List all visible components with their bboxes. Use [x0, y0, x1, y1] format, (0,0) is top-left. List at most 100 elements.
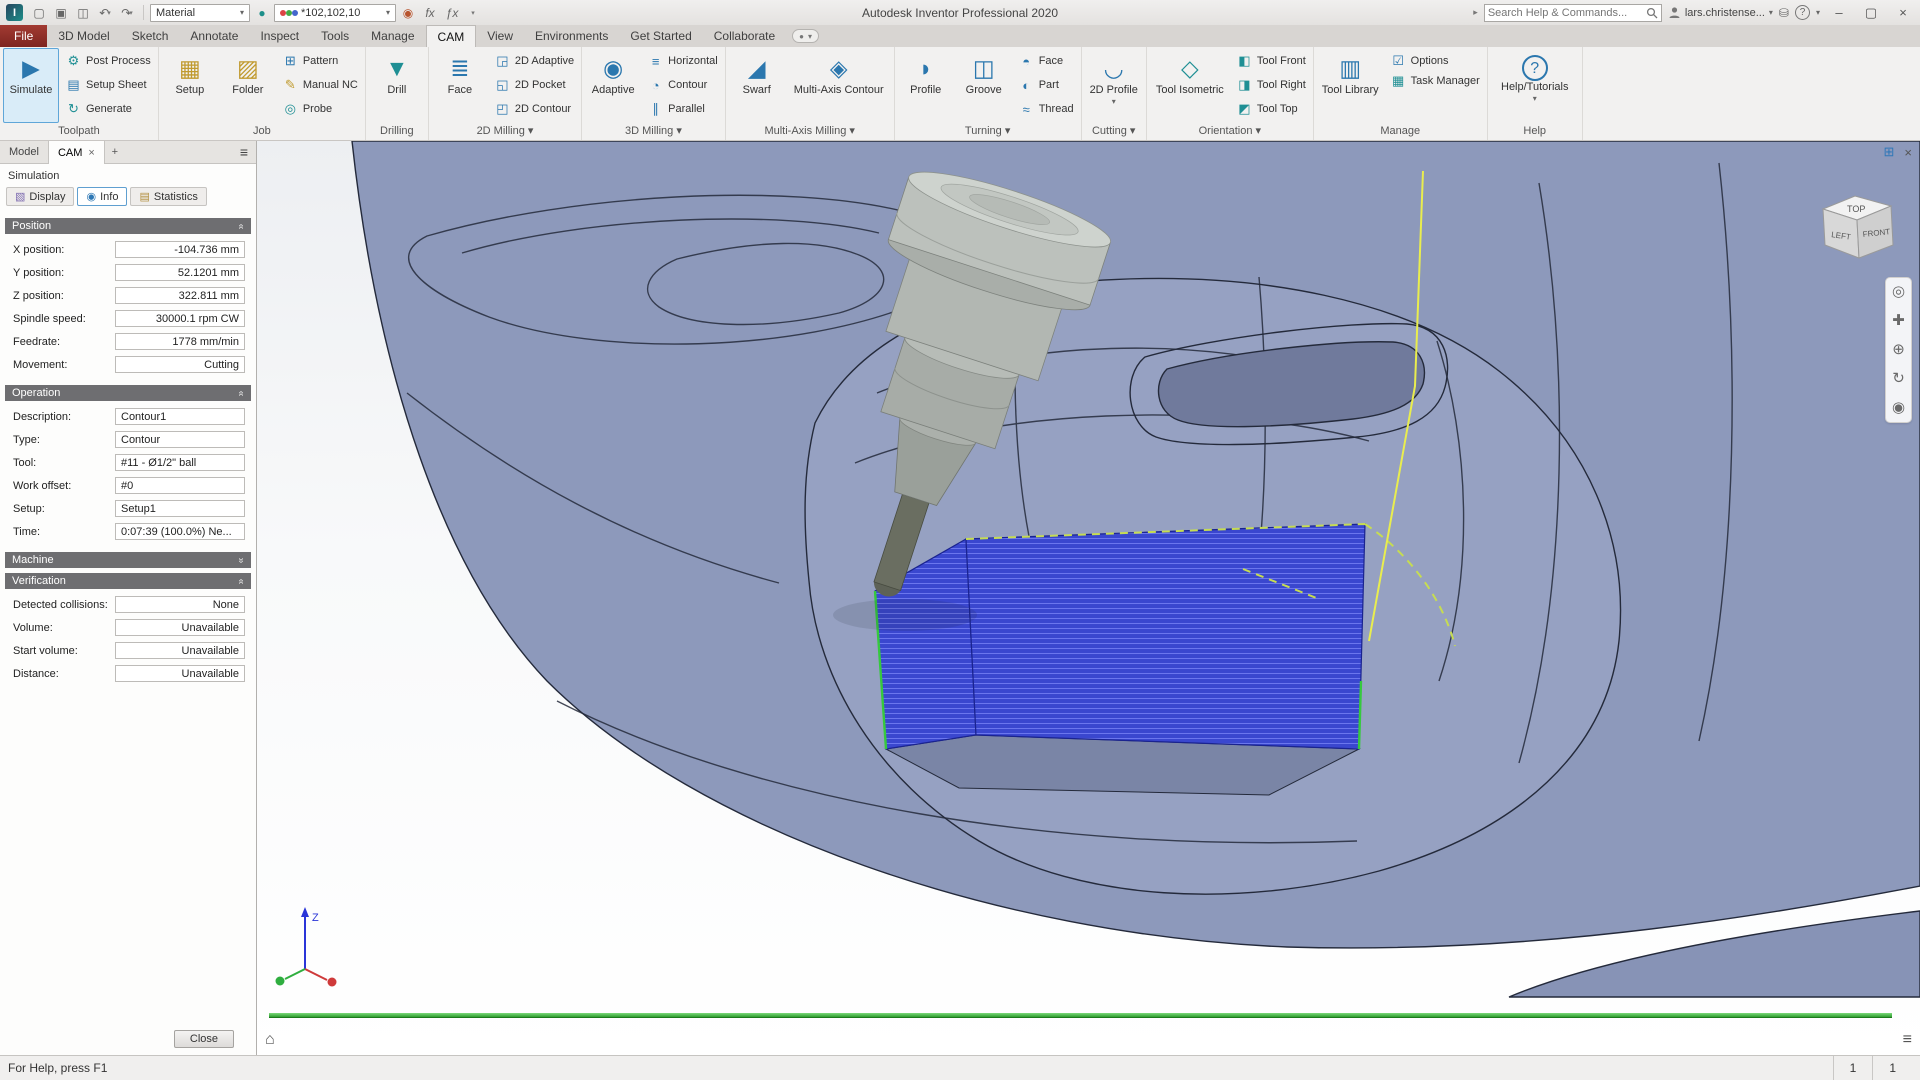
- tab-view[interactable]: View: [476, 25, 524, 47]
- tab-file[interactable]: File: [0, 25, 47, 47]
- account-menu[interactable]: lars.christense... ▾: [1668, 6, 1773, 19]
- group-label-orientation[interactable]: Orientation ▾: [1150, 123, 1310, 140]
- tab-sketch[interactable]: Sketch: [121, 25, 180, 47]
- parameters-button[interactable]: fx: [420, 3, 440, 22]
- tool-isometric-button[interactable]: ◇ Tool Isometric: [1150, 48, 1230, 123]
- group-label-turning[interactable]: Turning ▾: [898, 123, 1078, 140]
- minimize-button[interactable]: –: [1826, 2, 1852, 23]
- horizontal-button[interactable]: ≡Horizontal: [643, 51, 722, 71]
- tab-info[interactable]: ◉Info: [77, 187, 127, 206]
- tab-environments[interactable]: Environments: [524, 25, 619, 47]
- add-tab-button[interactable]: +: [105, 141, 125, 163]
- close-button[interactable]: ×: [1890, 2, 1916, 23]
- redo-button[interactable]: ↷▾: [117, 3, 137, 22]
- tab-inspect[interactable]: Inspect: [249, 25, 310, 47]
- generate-button[interactable]: ↻Generate: [61, 99, 155, 119]
- viewport-menu-icon[interactable]: ≡: [1903, 1031, 1912, 1049]
- 2d-pocket-button[interactable]: ◱2D Pocket: [490, 75, 578, 95]
- search-collapse-icon[interactable]: ▸: [1473, 7, 1478, 18]
- simulate-button[interactable]: ▶ Simulate: [3, 48, 59, 123]
- doc-tab-cam[interactable]: CAM ×: [48, 141, 105, 164]
- orbit-icon[interactable]: ↻: [1892, 371, 1905, 387]
- tab-collaborate[interactable]: Collaborate: [703, 25, 786, 47]
- tab-display[interactable]: ▧Display: [6, 187, 74, 206]
- 2d-profile-button[interactable]: ◡ 2D Profile ▾: [1085, 48, 1143, 123]
- group-label-multi-axis-milling[interactable]: Multi-Axis Milling ▾: [729, 123, 891, 140]
- folder-button[interactable]: ▨ Folder: [220, 48, 276, 123]
- ribbon-appearance-toggle[interactable]: ● ▾: [792, 29, 819, 43]
- group-label-cutting[interactable]: Cutting ▾: [1085, 123, 1143, 140]
- dropdown-arrow-icon[interactable]: ▾: [1816, 8, 1820, 17]
- tab-3d-model[interactable]: 3D Model: [47, 25, 120, 47]
- graphics-viewport[interactable]: Z TOP LEFT FRONT: [257, 141, 1920, 1055]
- turning-thread-button[interactable]: ≈Thread: [1014, 99, 1078, 119]
- pan-icon[interactable]: ✚: [1892, 313, 1905, 329]
- restore-button[interactable]: ▢: [1858, 2, 1884, 23]
- new-file-button[interactable]: ▢: [29, 3, 49, 22]
- tab-annotate[interactable]: Annotate: [179, 25, 249, 47]
- tool-front-button[interactable]: ◧Tool Front: [1232, 51, 1310, 71]
- help-menu[interactable]: ?: [1795, 5, 1810, 20]
- section-header-operation[interactable]: Operation »: [5, 385, 251, 401]
- parallel-button[interactable]: ∥Parallel: [643, 99, 722, 119]
- inventor-logo-icon[interactable]: I: [6, 4, 23, 21]
- material-sphere-button[interactable]: ●: [252, 3, 272, 22]
- pattern-button[interactable]: ⊞Pattern: [278, 51, 362, 71]
- navigation-wheel-icon[interactable]: ◎: [1892, 284, 1905, 300]
- groove-button[interactable]: ◫ Groove: [956, 48, 1012, 123]
- tile-windows-icon[interactable]: ⊞: [1884, 144, 1895, 160]
- simulation-timeline-scrubber[interactable]: [269, 1013, 1892, 1018]
- model-3d-scene[interactable]: Z: [257, 141, 1920, 1055]
- save-button[interactable]: ◫: [73, 3, 93, 22]
- tab-get-started[interactable]: Get Started: [619, 25, 702, 47]
- close-document-icon[interactable]: ×: [1904, 145, 1912, 160]
- help-search-box[interactable]: [1484, 4, 1662, 22]
- tool-top-button[interactable]: ◩Tool Top: [1232, 99, 1310, 119]
- doc-tab-model[interactable]: Model: [0, 141, 48, 163]
- look-at-icon[interactable]: ◉: [1892, 400, 1905, 416]
- section-header-machine[interactable]: Machine »: [5, 552, 251, 568]
- contour-button[interactable]: ◔Contour: [643, 75, 722, 95]
- probe-button[interactable]: ◎Probe: [278, 99, 362, 119]
- browser-menu-icon[interactable]: ≡: [232, 141, 256, 163]
- search-input[interactable]: [1488, 7, 1646, 19]
- turning-face-button[interactable]: ◓Face: [1014, 51, 1078, 71]
- collapse-icon[interactable]: »: [236, 578, 247, 584]
- adaptive-button[interactable]: ◉ Adaptive: [585, 48, 641, 123]
- section-header-verification[interactable]: Verification »: [5, 573, 251, 589]
- tab-tools[interactable]: Tools: [310, 25, 360, 47]
- tab-statistics[interactable]: ▤Statistics: [130, 187, 206, 206]
- multi-axis-contour-button[interactable]: ◈ Multi-Axis Contour: [787, 48, 891, 123]
- open-file-button[interactable]: ▣: [51, 3, 71, 22]
- tool-library-button[interactable]: ▥ Tool Library: [1317, 48, 1384, 123]
- collapse-icon[interactable]: »: [236, 390, 247, 396]
- face-button[interactable]: ≣ Face: [432, 48, 488, 123]
- post-process-button[interactable]: ⚙Post Process: [61, 51, 155, 71]
- color-wheel-button[interactable]: ◉: [398, 3, 418, 22]
- manual-nc-button[interactable]: ✎Manual NC: [278, 75, 362, 95]
- material-dropdown[interactable]: Material ▾: [150, 4, 250, 22]
- tab-manage[interactable]: Manage: [360, 25, 425, 47]
- group-label-2d-milling[interactable]: 2D Milling ▾: [432, 123, 578, 140]
- setup-sheet-button[interactable]: ▤Setup Sheet: [61, 75, 155, 95]
- turning-part-button[interactable]: ◐Part: [1014, 75, 1078, 95]
- close-tab-icon[interactable]: ×: [88, 147, 94, 159]
- undo-button[interactable]: ↶▾: [95, 3, 115, 22]
- task-manager-button[interactable]: ▦Task Manager: [1386, 71, 1484, 91]
- home-icon[interactable]: ⌂: [265, 1031, 275, 1049]
- drill-button[interactable]: ▼ Drill: [369, 48, 425, 123]
- simulation-close-button[interactable]: Close: [174, 1030, 234, 1048]
- app-store-cart-icon[interactable]: ⛁: [1779, 6, 1789, 20]
- expand-icon[interactable]: »: [236, 557, 247, 563]
- view-cube[interactable]: TOP LEFT FRONT: [1809, 185, 1901, 270]
- setup-button[interactable]: ▦ Setup: [162, 48, 218, 123]
- 2d-adaptive-button[interactable]: ◲2D Adaptive: [490, 51, 578, 71]
- zoom-icon[interactable]: ⊕: [1892, 342, 1905, 358]
- qat-customize-button[interactable]: ▾: [464, 3, 484, 22]
- appearance-dropdown[interactable]: *102,102,10 ▾: [274, 4, 396, 22]
- help-tutorials-button[interactable]: ? Help/Tutorials ▾: [1491, 48, 1579, 123]
- options-button[interactable]: ☑Options: [1386, 51, 1484, 71]
- section-header-position[interactable]: Position »: [5, 218, 251, 234]
- swarf-button[interactable]: ◢ Swarf: [729, 48, 785, 123]
- group-label-3d-milling[interactable]: 3D Milling ▾: [585, 123, 722, 140]
